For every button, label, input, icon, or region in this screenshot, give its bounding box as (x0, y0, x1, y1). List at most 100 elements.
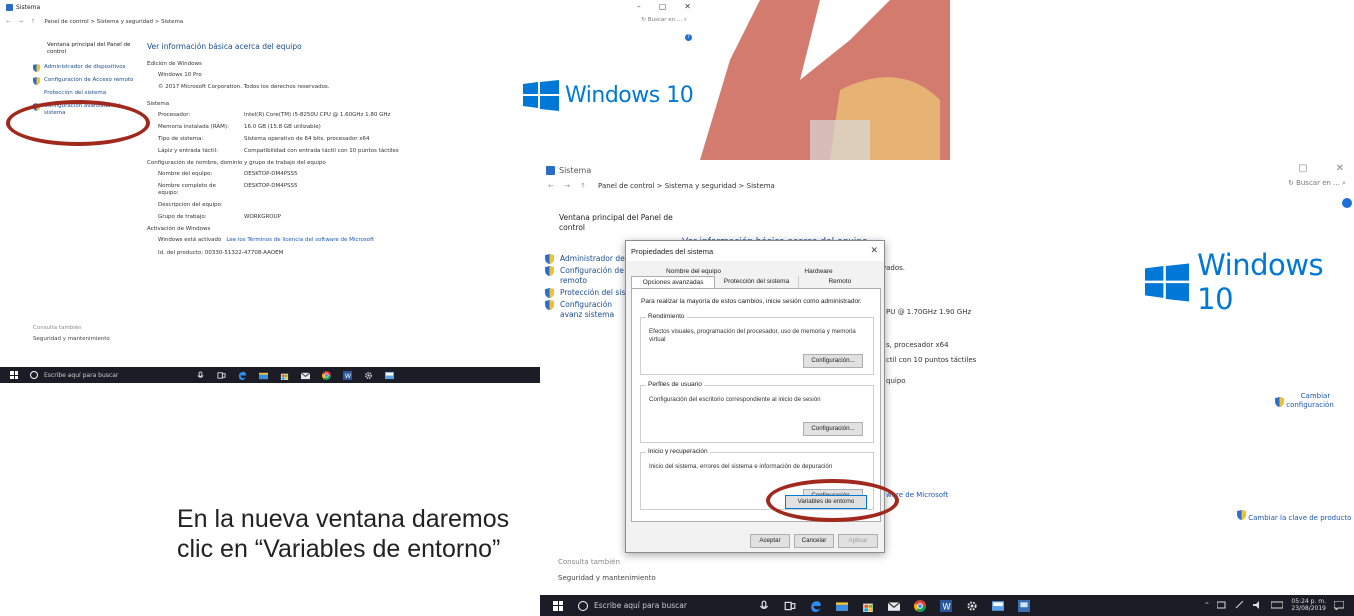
sidebar-item-system-protection[interactable]: Protección del sistema (33, 90, 138, 98)
dialog-title: Propiedades del sistema (626, 241, 884, 261)
chrome-icon[interactable] (322, 370, 331, 380)
chevron-up-icon[interactable]: ^ (1204, 602, 1209, 609)
admin-notice: Para realizar la mayoría de estos cambio… (641, 298, 862, 305)
file-explorer-icon[interactable] (836, 600, 848, 612)
windows-logo: Windows 10 (1145, 248, 1354, 316)
start-icon[interactable] (10, 371, 18, 379)
copyright-text: © 2017 Microsoft Corporation. Todos los … (158, 84, 330, 90)
taskbar: Escribe aquí para buscar W (0, 367, 540, 383)
shield-icon (1275, 397, 1284, 407)
edge-icon[interactable] (238, 371, 247, 380)
shield-icon (33, 77, 40, 85)
title-bar: Sistema (0, 0, 697, 14)
windows-10-text: Windows 10 (565, 83, 694, 108)
pen-icon[interactable] (1235, 601, 1245, 609)
control-panel-icon[interactable] (385, 371, 394, 380)
mail-icon[interactable] (301, 371, 310, 380)
help-icon[interactable] (1342, 198, 1352, 208)
group-description: Efectos visuales, programación del proce… (649, 328, 856, 343)
windows-logo: Windows 10 (523, 80, 694, 111)
notifications-icon[interactable] (1334, 600, 1344, 610)
settings-gear-icon[interactable] (364, 371, 373, 380)
windows-flag-icon (1145, 262, 1190, 302)
info-row: Lápiz y entrada táctil: Compatibilidad co… (158, 148, 399, 154)
volume-icon[interactable] (1253, 601, 1263, 609)
change-settings-link[interactable]: Cambiar configuración (1275, 392, 1334, 410)
system-properties-icon[interactable] (1018, 599, 1030, 612)
security-link[interactable]: Seguridad y mantenimiento (558, 570, 656, 586)
group-title: Perfiles de usuario (646, 381, 704, 388)
close-icon[interactable]: ✕ (870, 245, 878, 256)
minimize-icon[interactable]: – (637, 2, 641, 11)
mail-icon[interactable] (888, 600, 900, 612)
shield-icon (545, 300, 554, 310)
maximize-icon[interactable]: ▢ (1298, 163, 1307, 174)
windows-10-text: Windows 10 (1197, 248, 1324, 316)
shield-icon (33, 64, 40, 72)
tab-system-protection[interactable]: Protección del sistema (715, 276, 799, 288)
chrome-icon[interactable] (914, 599, 926, 612)
task-view-icon[interactable] (217, 371, 226, 380)
nav-arrows-icon[interactable]: ← → ↑ (6, 19, 38, 25)
close-icon[interactable]: ✕ (1336, 163, 1344, 174)
instruction-caption: En la nueva ventana daremos clic en “Var… (177, 505, 510, 563)
nav-arrows-icon[interactable]: ← → ↑ (548, 182, 590, 190)
see-also: Consulta también Seguridad y mantenimien… (558, 554, 656, 586)
tab-remote[interactable]: Remoto (799, 276, 881, 288)
clock[interactable]: 05:24 p. m. 23/08/2019 (1291, 598, 1326, 612)
info-row: Memoria instalada (RAM): 16.0 GB (15.8 GB… (158, 124, 321, 130)
search-input[interactable]: ↻ Buscar en ... ⌕ (1288, 179, 1346, 188)
sidebar-item-home[interactable]: Ventana principal del Panel de control (47, 42, 138, 56)
start-icon[interactable] (553, 600, 563, 611)
sidebar-item-device-manager[interactable]: Administrador de dispositivos (33, 64, 138, 72)
window-controls: – ▢ ✕ (637, 2, 691, 11)
maximize-icon[interactable]: ▢ (659, 2, 667, 11)
microphone-icon[interactable] (196, 370, 205, 380)
taskbar-search-input[interactable]: Escribe aquí para buscar (594, 601, 744, 610)
search-input[interactable]: ↻ Buscar en ... ⌕ (641, 17, 687, 24)
ok-button[interactable]: Aceptar (750, 534, 790, 548)
search-icon[interactable] (30, 371, 38, 379)
task-view-icon[interactable] (784, 600, 796, 612)
processor-fragment: s, procesador x64 (886, 341, 949, 349)
performance-group: Rendimiento Efectos visuales, programaci… (640, 313, 874, 375)
tab-hardware[interactable]: Hardware (756, 268, 881, 275)
system-icon (6, 3, 13, 11)
taskbar: Escribe aquí para buscar W ^ 05:24 p. m.… (540, 595, 1354, 616)
security-link[interactable]: Seguridad y mantenimiento (33, 334, 110, 345)
user-profiles-settings-button[interactable]: Configuración... (803, 422, 863, 436)
word-icon[interactable]: W (940, 599, 952, 612)
license-link[interactable]: Lee los Términos de licencia del softwar… (226, 237, 374, 244)
sidebar-item-home[interactable]: Ventana principal del Panel de control (559, 213, 675, 233)
microphone-icon[interactable] (758, 600, 770, 612)
address-bar[interactable]: ← → ↑ Panel de control > Sistema y segur… (540, 179, 1354, 193)
network-icon[interactable] (1217, 601, 1227, 609)
performance-settings-button[interactable]: Configuración... (803, 354, 863, 368)
highlight-oval-environment-variables (766, 479, 899, 522)
computer-name-fragment: quipo (886, 377, 906, 385)
store-icon[interactable] (862, 600, 874, 612)
refresh-icon[interactable]: ↻ (1288, 179, 1296, 187)
cancel-button[interactable]: Cancelar (794, 534, 834, 548)
change-product-key-link[interactable]: Cambiar la clave de producto (1237, 510, 1351, 522)
background-watermark (700, 0, 950, 160)
settings-gear-icon[interactable] (966, 600, 978, 612)
tab-computer-name[interactable]: Nombre del equipo (631, 268, 756, 275)
close-icon[interactable]: ✕ (684, 2, 691, 11)
search-icon[interactable] (578, 600, 588, 611)
highlight-oval-advanced-settings (6, 100, 150, 146)
control-panel-icon[interactable] (992, 600, 1004, 612)
word-icon[interactable]: W (343, 370, 352, 380)
store-icon[interactable] (280, 371, 289, 380)
sidebar-item-remote-access[interactable]: Configuración de Acceso remoto (33, 77, 138, 85)
help-icon[interactable]: ? (685, 34, 692, 41)
svg-text:W: W (942, 601, 951, 611)
edge-icon[interactable] (810, 600, 822, 612)
keyboard-icon[interactable] (1271, 601, 1284, 609)
file-explorer-icon[interactable] (259, 371, 268, 380)
tab-row-bottom: Opciones avanzadas Protección del sistem… (631, 276, 881, 288)
taskbar-search-input[interactable]: Escribe aquí para buscar (44, 372, 184, 379)
apply-button[interactable]: Aplicar (838, 534, 878, 548)
address-bar[interactable]: ← → ↑ Panel de control > Sistema y segur… (0, 16, 697, 28)
tab-advanced-options[interactable]: Opciones avanzadas (631, 276, 716, 288)
